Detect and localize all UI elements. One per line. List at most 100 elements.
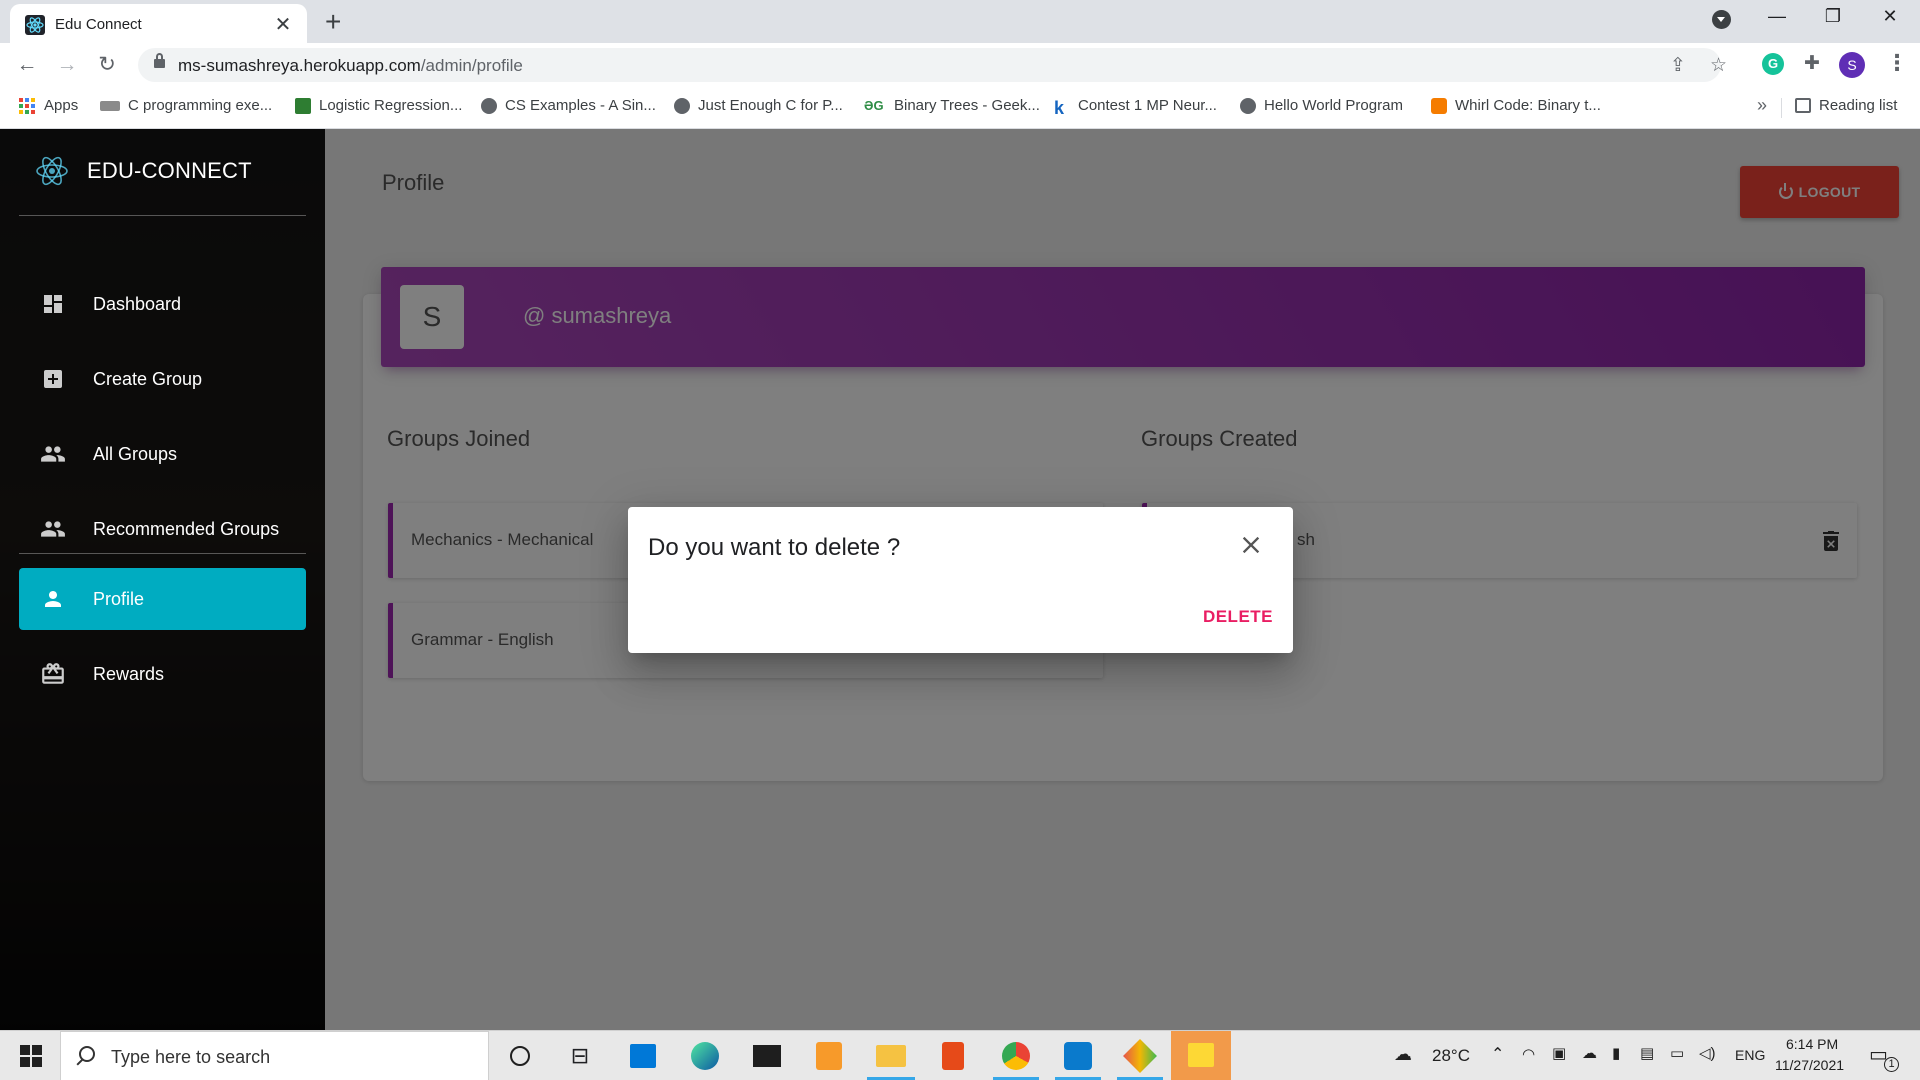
terminal-icon[interactable] [751,1040,783,1072]
site-favicon-icon [295,97,311,114]
people-icon [40,441,66,467]
bookmarks-separator [1781,98,1782,118]
sidebar-item-label: Profile [93,588,145,609]
language-indicator[interactable]: ENG [1735,1047,1765,1063]
battery-icon[interactable]: ▭ [1670,1044,1684,1062]
sidebar-item-label: All Groups [93,443,178,464]
network-icon[interactable]: ▤ [1640,1044,1654,1062]
bookmark-star-icon[interactable]: ☆ [1710,54,1727,77]
reading-list-button[interactable]: Reading list [1795,97,1897,114]
store-icon[interactable] [627,1040,659,1072]
sidebar-item-all-groups[interactable]: All Groups [19,423,306,485]
grammarly-extension-icon[interactable]: G [1762,53,1784,75]
close-icon[interactable] [1237,531,1265,559]
bookmark-item[interactable]: C programming exe... [100,97,272,114]
brand-divider [19,215,306,216]
tab-title: Edu Connect [55,16,142,33]
notification-count-badge: 1 [1884,1057,1899,1072]
bookmark-item[interactable]: Just Enough C for P... [674,97,843,114]
redeem-icon [40,661,66,687]
highlighted-app-button[interactable] [1171,1031,1231,1080]
sidebar-item-label: Create Group [93,368,203,389]
file-explorer-icon[interactable] [875,1040,907,1072]
office-icon[interactable] [937,1040,969,1072]
clock-time[interactable]: 6:14 PM [1786,1036,1838,1052]
weather-icon[interactable]: ☁ [1394,1044,1412,1065]
delete-confirm-dialog: Do you want to delete ? DELETE [628,507,1293,653]
sidebar-divider [19,553,306,554]
sidebar-item-create-group[interactable]: Create Group [19,348,306,410]
w3r-icon [100,100,120,111]
bookmark-apps[interactable]: Apps [19,97,78,114]
bookmark-item[interactable]: k Contest 1 MP Neur... [1054,97,1217,118]
onedrive-icon[interactable]: ☁ [1582,1044,1597,1062]
sidebar-item-dashboard[interactable]: Dashboard [19,273,306,335]
back-arrow-icon[interactable]: ← [13,51,41,79]
reading-list-icon [1795,98,1811,113]
people-icon [40,516,66,542]
bookmarks-bar: Apps C programming exe... Logistic Regre… [0,87,1920,129]
sidebar-item-profile[interactable]: Profile [19,568,306,630]
reload-icon[interactable]: ↻ [93,51,121,79]
browser-tab-bar: Edu Connect ✕ + — ❐ ✕ [0,0,1920,43]
sidebar-item-recommended-groups[interactable]: Recommended Groups [19,498,306,560]
bookmark-item[interactable]: Hello World Program [1240,97,1403,114]
tab-search-icon[interactable] [1712,10,1731,29]
clock-date[interactable]: 11/27/2021 [1775,1057,1844,1073]
task-view-icon[interactable]: ⊟ [564,1040,596,1072]
volume-icon[interactable]: ◁) [1699,1044,1716,1062]
window-minimize-button[interactable]: — [1757,6,1797,27]
url-text[interactable]: ms-sumashreya.herokuapp.com/admin/profil… [178,56,523,76]
edge-icon[interactable] [689,1040,721,1072]
profile-avatar[interactable]: S [1839,52,1865,78]
browser-tab[interactable]: Edu Connect ✕ [10,4,307,43]
globe-icon [1240,97,1256,114]
browser-menu-icon[interactable]: ⋮ [1886,50,1908,76]
bookmark-item[interactable]: CS Examples - A Sin... [481,97,656,114]
extensions-puzzle-icon[interactable]: ✚ [1801,53,1823,75]
tab-close-icon[interactable]: ✕ [271,12,295,37]
meet-now-icon[interactable]: ▣ [1552,1044,1566,1062]
sublime-text-icon[interactable] [813,1040,845,1072]
bookmark-item[interactable]: Whirl Code: Binary t... [1431,97,1601,114]
browser-toolbar: ← → ↻ ms-sumashreya.herokuapp.com/admin/… [0,43,1920,87]
sidebar-item-label: Rewards [93,663,165,684]
add-box-icon [40,366,66,392]
sidebar-item-label: Recommended Groups [93,518,280,539]
bookmarks-more-icon[interactable]: » [1757,95,1767,116]
blogger-icon [1431,97,1447,114]
chevron-up-icon[interactable]: ⌃ [1491,1044,1504,1064]
brand-name: EDU-CONNECT [87,158,252,183]
weather-temperature[interactable]: 28°C [1432,1046,1470,1066]
k-letter-icon: k [1054,97,1065,118]
sidebar-item-label: Dashboard [93,293,182,314]
globe-icon [481,97,497,114]
chrome-icon[interactable] [1000,1040,1032,1072]
dialog-title: Do you want to delete ? [648,534,901,561]
new-tab-button[interactable]: + [325,6,341,38]
address-bar[interactable]: ms-sumashreya.herokuapp.com/admin/profil… [138,48,1727,82]
sidebar-item-rewards[interactable]: Rewards [19,643,306,705]
window-restore-button[interactable]: ❐ [1813,6,1853,27]
globe-icon [674,97,690,114]
brand[interactable]: EDU-CONNECT [32,151,252,191]
microphone-icon[interactable]: ▮ [1612,1044,1620,1062]
share-icon[interactable]: ⇪ [1670,54,1686,77]
cortana-icon[interactable] [504,1040,536,1072]
postman-like-app-icon[interactable] [1123,1039,1157,1073]
taskbar-search-input[interactable]: Type here to search [60,1031,489,1080]
lock-icon[interactable] [154,53,165,68]
forward-arrow-icon[interactable]: → [53,51,81,79]
dashboard-icon [40,291,66,317]
sticky-notes-icon [1188,1043,1214,1067]
bookmark-item[interactable]: Logistic Regression... [295,97,462,114]
windows-taskbar: Type here to search ⊟ ☁ 28°C ⌃ ◠ ▣ ☁ ▮ ▤… [0,1030,1920,1080]
vscode-icon[interactable] [1062,1040,1094,1072]
apps-grid-icon [19,97,35,114]
bookmark-item[interactable]: ƏG Binary Trees - Geek... [864,97,1040,114]
wifi-icon[interactable]: ◠ [1522,1045,1535,1063]
search-icon [79,1046,95,1062]
windows-start-icon[interactable] [20,1045,42,1067]
window-close-button[interactable]: ✕ [1870,6,1910,27]
delete-button[interactable]: DELETE [1203,607,1273,627]
